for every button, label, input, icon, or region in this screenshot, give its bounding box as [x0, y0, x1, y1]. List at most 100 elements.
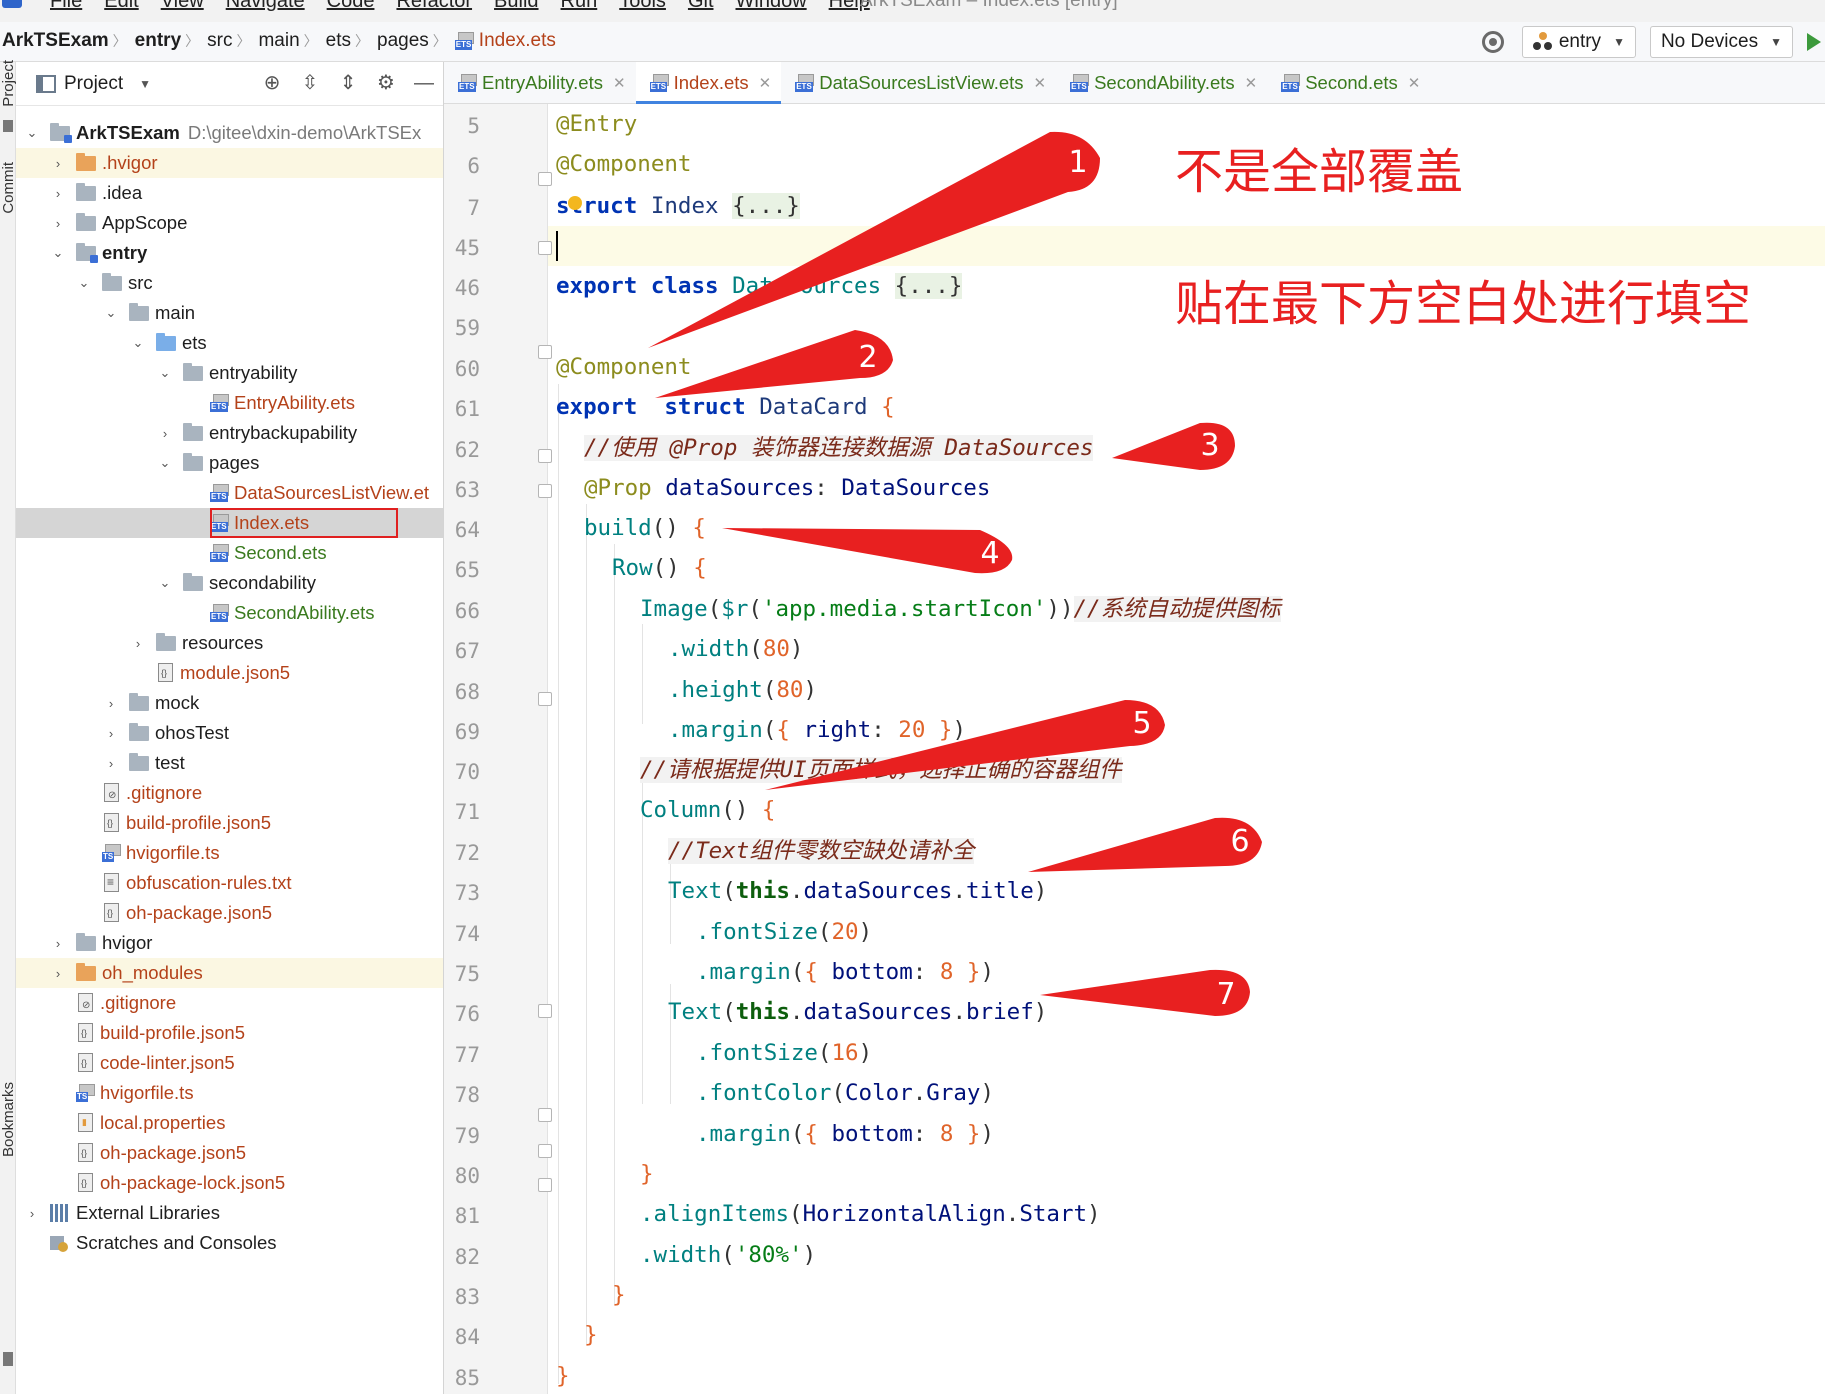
tree-item-resources[interactable]: › resources — [16, 628, 443, 658]
chevron-right-icon[interactable]: › — [130, 636, 146, 651]
intention-bulb-icon[interactable] — [568, 196, 582, 210]
tree-item-root-oh-package[interactable]: › oh-package.json5 — [16, 1138, 443, 1168]
tree-item-idea[interactable]: › .idea — [16, 178, 443, 208]
breadcrumb-project[interactable]: ArkTSExam — [2, 30, 109, 52]
tree-item-index-ets[interactable]: › Index.ets — [16, 508, 443, 538]
chevron-right-icon[interactable]: › — [103, 696, 119, 711]
tab-secondability[interactable]: SecondAbility.ets ✕ — [1056, 62, 1267, 103]
chevron-down-icon[interactable]: ⌄ — [157, 455, 173, 471]
tree-item-module-json5[interactable]: › module.json5 — [16, 658, 443, 688]
chevron-down-icon[interactable]: ⌄ — [130, 335, 146, 351]
tree-item-mock[interactable]: › mock — [16, 688, 443, 718]
fold-marker-icon[interactable] — [538, 1178, 552, 1192]
chevron-down-icon[interactable]: ⌄ — [103, 305, 119, 321]
tree-item-second-ets[interactable]: › Second.ets — [16, 538, 443, 568]
tree-item-entry[interactable]: ⌄ entry — [16, 238, 443, 268]
tree-item-root[interactable]: ⌄ ArkTSExam D:\gitee\dxin-demo\ArkTSEx — [16, 118, 443, 148]
chevron-right-icon[interactable]: › — [50, 966, 66, 981]
tab-datasourceslistview[interactable]: DataSourcesListView.ets ✕ — [781, 62, 1056, 103]
tree-item-test[interactable]: › test — [16, 748, 443, 778]
menu-edit[interactable]: Edit — [104, 0, 138, 13]
tree-item-hvigor[interactable]: › hvigor — [16, 928, 443, 958]
menu-git[interactable]: Git — [688, 0, 714, 13]
chevron-right-icon[interactable]: › — [24, 1206, 40, 1221]
tree-item-hvigor-dir[interactable]: › .hvigor — [16, 148, 443, 178]
breadcrumb-main[interactable]: main — [258, 30, 299, 52]
tree-item-entryability-ets[interactable]: › EntryAbility.ets — [16, 388, 443, 418]
menu-navigate[interactable]: Navigate — [226, 0, 305, 13]
close-icon[interactable]: ✕ — [1408, 74, 1421, 92]
tab-second[interactable]: Second.ets ✕ — [1267, 62, 1430, 103]
close-icon[interactable]: ✕ — [759, 74, 772, 92]
tab-index[interactable]: Index.ets ✕ — [635, 62, 782, 104]
tree-item-main[interactable]: ⌄ main — [16, 298, 443, 328]
fold-marker-icon[interactable] — [538, 345, 552, 359]
fold-marker-icon[interactable] — [538, 1144, 552, 1158]
tree-item-src[interactable]: ⌄ src — [16, 268, 443, 298]
tree-item-obfuscation-rules[interactable]: › obfuscation-rules.txt — [16, 868, 443, 898]
fold-marker-icon[interactable] — [538, 484, 552, 498]
expand-all-icon[interactable]: ⇳ — [299, 72, 321, 94]
device-selector[interactable]: No Devices ▼ — [1649, 26, 1793, 58]
tree-item-oh-package-lock[interactable]: › oh-package-lock.json5 — [16, 1168, 443, 1198]
tree-item-local-properties[interactable]: › local.properties — [16, 1108, 443, 1138]
chevron-right-icon[interactable]: › — [50, 156, 66, 171]
fold-marker-icon[interactable] — [538, 1004, 552, 1018]
tree-item-appscope[interactable]: › AppScope — [16, 208, 443, 238]
menu-build[interactable]: Build — [494, 0, 538, 13]
tree-item-external-libraries[interactable]: › External Libraries — [16, 1198, 443, 1228]
chevron-right-icon[interactable]: › — [50, 216, 66, 231]
gear-icon[interactable]: ⚙ — [375, 72, 397, 94]
breadcrumb-entry[interactable]: entry — [135, 30, 181, 52]
breadcrumb-ets[interactable]: ets — [326, 30, 351, 52]
tool-window-commit[interactable]: Commit — [0, 162, 17, 214]
tool-window-bookmarks[interactable]: Bookmarks — [0, 1082, 17, 1157]
fold-marker-icon[interactable] — [538, 241, 552, 255]
tree-item-entry-hvigorfile[interactable]: › hvigorfile.ts — [16, 838, 443, 868]
chevron-down-icon[interactable]: ⌄ — [157, 365, 173, 381]
fold-marker-icon[interactable] — [538, 172, 552, 186]
project-panel-title[interactable]: Project — [64, 73, 123, 95]
menu-tools[interactable]: Tools — [619, 0, 666, 13]
hide-icon[interactable]: — — [413, 72, 435, 94]
module-selector[interactable]: entry ▼ — [1521, 26, 1636, 58]
chevron-down-icon[interactable]: ⌄ — [157, 575, 173, 591]
breadcrumb-src[interactable]: src — [207, 30, 232, 52]
tree-item-secondability-ets[interactable]: › SecondAbility.ets — [16, 598, 443, 628]
tree-item-entryability[interactable]: ⌄ entryability — [16, 358, 443, 388]
close-icon[interactable]: ✕ — [613, 74, 626, 92]
tree-item-datasourceslistview[interactable]: › DataSourcesListView.et — [16, 478, 443, 508]
menu-refactor[interactable]: Refactor — [396, 0, 472, 13]
close-icon[interactable]: ✕ — [1034, 74, 1047, 92]
chevron-right-icon[interactable]: › — [157, 426, 173, 441]
tree-item-scratches[interactable]: › Scratches and Consoles — [16, 1228, 443, 1258]
tree-item-code-linter[interactable]: › code-linter.json5 — [16, 1048, 443, 1078]
fold-marker-icon[interactable] — [538, 692, 552, 706]
tree-item-root-build-profile[interactable]: › build-profile.json5 — [16, 1018, 443, 1048]
menu-code[interactable]: Code — [327, 0, 375, 13]
tree-item-ohostest[interactable]: › ohosTest — [16, 718, 443, 748]
chevron-right-icon[interactable]: › — [50, 186, 66, 201]
run-icon[interactable] — [1807, 33, 1821, 51]
chevron-down-icon[interactable]: ▼ — [139, 77, 151, 91]
collapse-all-icon[interactable]: ⇕ — [337, 72, 359, 94]
folded-code-block[interactable]: {...} — [732, 193, 800, 219]
menu-file[interactable]: File — [50, 0, 82, 13]
chevron-right-icon[interactable]: › — [50, 936, 66, 951]
menu-window[interactable]: Window — [736, 0, 807, 13]
close-icon[interactable]: ✕ — [1245, 74, 1258, 92]
tool-window-project[interactable]: Project — [0, 60, 17, 107]
tree-item-ets[interactable]: ⌄ ets — [16, 328, 443, 358]
chevron-down-icon[interactable]: ⌄ — [24, 125, 40, 141]
tree-item-entrybackupability[interactable]: › entrybackupability — [16, 418, 443, 448]
breadcrumb-pages[interactable]: pages — [377, 30, 429, 52]
tree-item-entry-oh-package[interactable]: › oh-package.json5 — [16, 898, 443, 928]
tree-item-secondability[interactable]: ⌄ secondability — [16, 568, 443, 598]
breadcrumb-file[interactable]: Index.ets — [479, 30, 556, 52]
tree-item-pages[interactable]: ⌄ pages — [16, 448, 443, 478]
device-manager-icon[interactable] — [1481, 31, 1504, 53]
tree-item-root-gitignore[interactable]: › .gitignore — [16, 988, 443, 1018]
chevron-right-icon[interactable]: › — [103, 726, 119, 741]
chevron-right-icon[interactable]: › — [103, 756, 119, 771]
tree-item-entry-gitignore[interactable]: › .gitignore — [16, 778, 443, 808]
